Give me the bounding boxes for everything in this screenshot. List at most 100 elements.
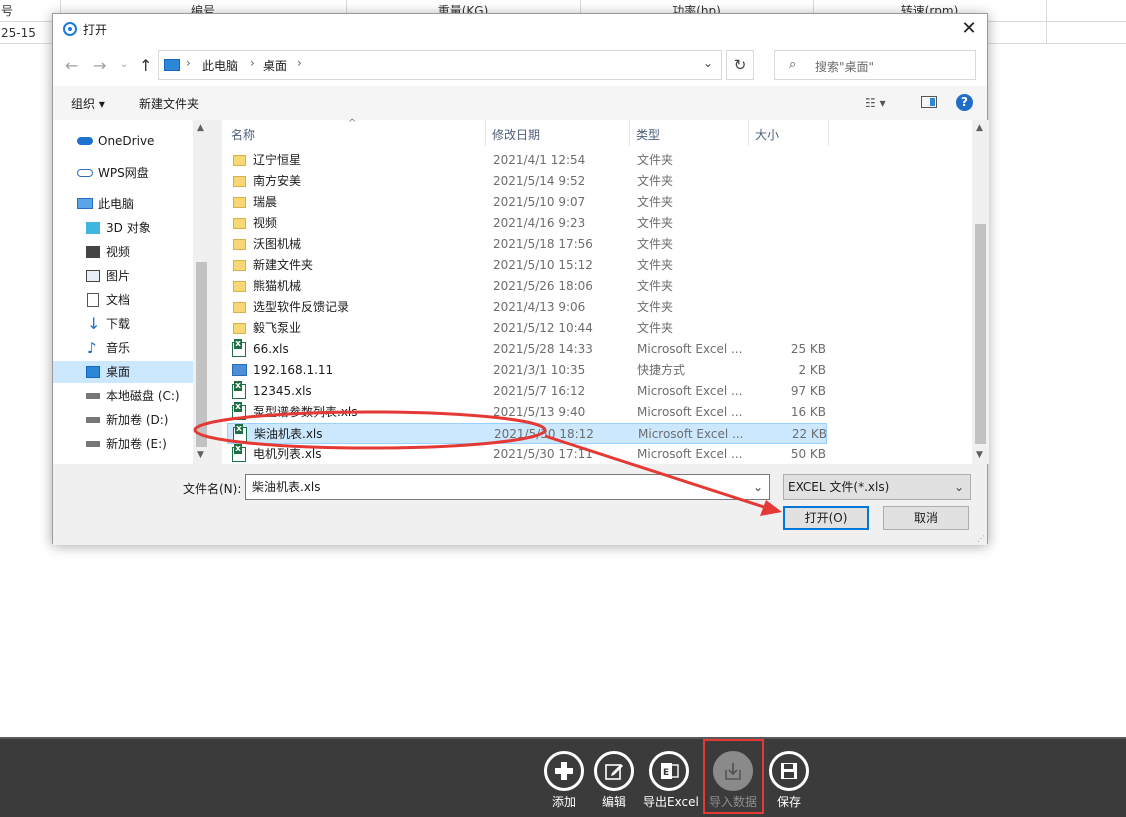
scrollbar-thumb[interactable] [196,262,207,447]
open-button[interactable]: 打开(O) [783,506,869,530]
nav-item-desktop[interactable]: 桌面 [53,361,193,383]
column-header[interactable]: 号 [0,0,60,22]
back-arrow-icon[interactable]: ← [65,56,78,75]
edit-button[interactable]: 编辑 [588,751,640,813]
column-divider[interactable] [629,120,630,146]
file-row[interactable]: 66.xls 2021/5/28 14:33 Microsoft Excel ...… [227,339,827,360]
column-divider[interactable] [485,120,486,146]
file-list-scrollbar[interactable]: ▲ ▼ [972,120,989,464]
file-row[interactable]: 南方安美 2021/5/14 9:52 文件夹 [227,171,827,192]
save-icon [769,751,809,791]
column-header-date[interactable]: 修改日期 [492,126,540,143]
column-header-name[interactable]: 名称 [231,126,255,143]
folder-icon [233,176,246,187]
scrollbar-thumb[interactable] [975,224,986,444]
file-row[interactable]: 熊猫机械 2021/5/26 18:06 文件夹 [227,276,827,297]
column-divider[interactable] [828,120,829,146]
help-button[interactable]: ? [956,94,973,111]
filetype-value: EXCEL 文件(*.xls) [788,480,890,494]
file-row[interactable]: 192.168.1.11 2021/3/1 10:35 快捷方式 2 KB [227,360,827,381]
file-date: 2021/3/1 10:35 [493,363,586,377]
filename-label: 文件名(N): [183,482,242,496]
nav-item-videos[interactable]: 视频 [53,241,193,263]
nav-item-3d-objects[interactable]: 3D 对象 [53,217,193,239]
file-row[interactable]: 沃图机械 2021/5/18 17:56 文件夹 [227,234,827,255]
file-row[interactable]: 电机列表.xls 2021/5/30 17:11 Microsoft Excel .… [227,444,827,465]
chevron-up-icon[interactable]: ▲ [976,123,983,133]
file-row[interactable]: 12345.xls 2021/5/7 16:12 Microsoft Excel .… [227,381,827,402]
dialog-bottom-bar: 文件名(N): 柴油机表.xls ⌄ EXCEL 文件(*.xls) ⌄ 打开(… [53,464,987,545]
chevron-down-icon[interactable]: ⌄ [703,56,713,70]
file-row[interactable]: 选型软件反馈记录 2021/4/13 9:06 文件夹 [227,297,827,318]
refresh-icon: ↻ [733,56,747,74]
new-folder-button[interactable]: 新建文件夹 [139,95,199,112]
column-divider[interactable] [748,120,749,146]
file-row[interactable]: 毅飞泵业 2021/5/12 10:44 文件夹 [227,318,827,339]
refresh-button[interactable]: ↻ [726,50,754,80]
file-row[interactable]: 瑞晨 2021/5/10 9:07 文件夹 [227,192,827,213]
nav-item-documents[interactable]: 文档 [53,289,193,311]
file-type: 文件夹 [637,321,674,335]
search-icon: ⌕ [789,57,797,72]
file-size: 50 KB [790,447,826,461]
view-options-icon[interactable]: ☷ ▾ [865,96,886,110]
file-row[interactable]: 柴油机表.xls 2021/5/30 18:12 Microsoft Excel .… [227,423,827,444]
file-name: 视频 [253,216,278,230]
edit-icon [594,751,634,791]
add-button[interactable]: 添加 [538,751,590,813]
file-date: 2021/4/1 12:54 [493,153,586,167]
file-type: 文件夹 [637,300,674,314]
chevron-down-icon[interactable]: ⌄ [753,475,763,499]
cancel-button[interactable]: 取消 [883,506,969,530]
folder-icon [233,302,246,313]
chevron-down-icon[interactable]: ▼ [197,450,204,460]
forward-arrow-icon[interactable]: → [93,56,106,75]
breadcrumb-item[interactable]: 桌面 [263,57,287,74]
nav-item-drive-c[interactable]: 本地磁盘 (C:) [53,385,193,407]
file-name: 毅飞泵业 [253,321,302,335]
nav-item-onedrive[interactable]: OneDrive [53,130,193,152]
column-header-type[interactable]: 类型 [636,126,660,143]
file-row[interactable]: 辽宁恒星 2021/4/1 12:54 文件夹 [227,150,827,171]
nav-item-downloads[interactable]: ↓ 下载 [53,313,193,335]
nav-item-drive-e[interactable]: 新加卷 (E:) [53,433,193,455]
nav-item-this-pc[interactable]: 此电脑 [53,193,193,215]
up-arrow-icon[interactable]: ↑ [139,56,152,75]
search-placeholder: 搜索"桌面" [815,60,875,74]
filetype-select[interactable]: EXCEL 文件(*.xls) ⌄ [783,474,971,500]
nav-scrollbar[interactable]: ▲ ▼ [193,120,210,464]
filename-input[interactable]: 柴油机表.xls ⌄ [245,474,770,500]
export-excel-button[interactable]: E 导出Excel [643,751,699,813]
chevron-right-icon[interactable]: › [297,56,302,70]
nav-item-drive-d[interactable]: 新加卷 (D:) [53,409,193,431]
organize-menu[interactable]: 组织 ▾ [71,95,105,112]
chevron-up-icon[interactable]: ▲ [197,123,204,133]
file-row[interactable]: 视频 2021/4/16 9:23 文件夹 [227,213,827,234]
nav-item-label: 本地磁盘 (C:) [106,389,180,403]
save-button[interactable]: 保存 [763,751,815,813]
close-button[interactable]: ✕ [957,17,981,41]
plus-icon [544,751,584,791]
address-bar[interactable]: › 此电脑 › 桌面 › ⌄ [158,50,722,80]
file-size: 2 KB [798,363,826,377]
nav-item-wps-cloud[interactable]: WPS网盘 [53,162,193,184]
search-input[interactable]: ⌕ 搜索"桌面" [774,50,976,80]
chevron-right-icon[interactable]: › [250,56,255,70]
nav-item-pictures[interactable]: 图片 [53,265,193,287]
dialog-title: 打开 [83,23,108,37]
table-cell: 25-15 [1,26,36,40]
chevron-right-icon[interactable]: › [186,56,191,70]
file-type: 文件夹 [637,195,674,209]
column-header-size[interactable]: 大小 [755,126,779,143]
file-size: 97 KB [790,384,826,398]
file-row[interactable]: 新建文件夹 2021/5/10 15:12 文件夹 [227,255,827,276]
nav-item-music[interactable]: ♪ 音乐 [53,337,193,359]
chevron-down-icon[interactable]: ▼ [976,450,983,460]
recent-locations-icon[interactable]: ⌄ [120,59,128,70]
file-row[interactable]: 泵型谱参数列表.xls 2021/5/13 9:40 Microsoft Excel… [227,402,827,423]
nav-item-label: 音乐 [106,341,131,355]
dialog-title-bar[interactable]: 打开 ✕ [53,14,987,44]
breadcrumb-item[interactable]: 此电脑 [202,57,238,74]
preview-pane-icon[interactable] [921,96,937,108]
resize-grip-icon[interactable]: ⋰ [977,534,985,543]
